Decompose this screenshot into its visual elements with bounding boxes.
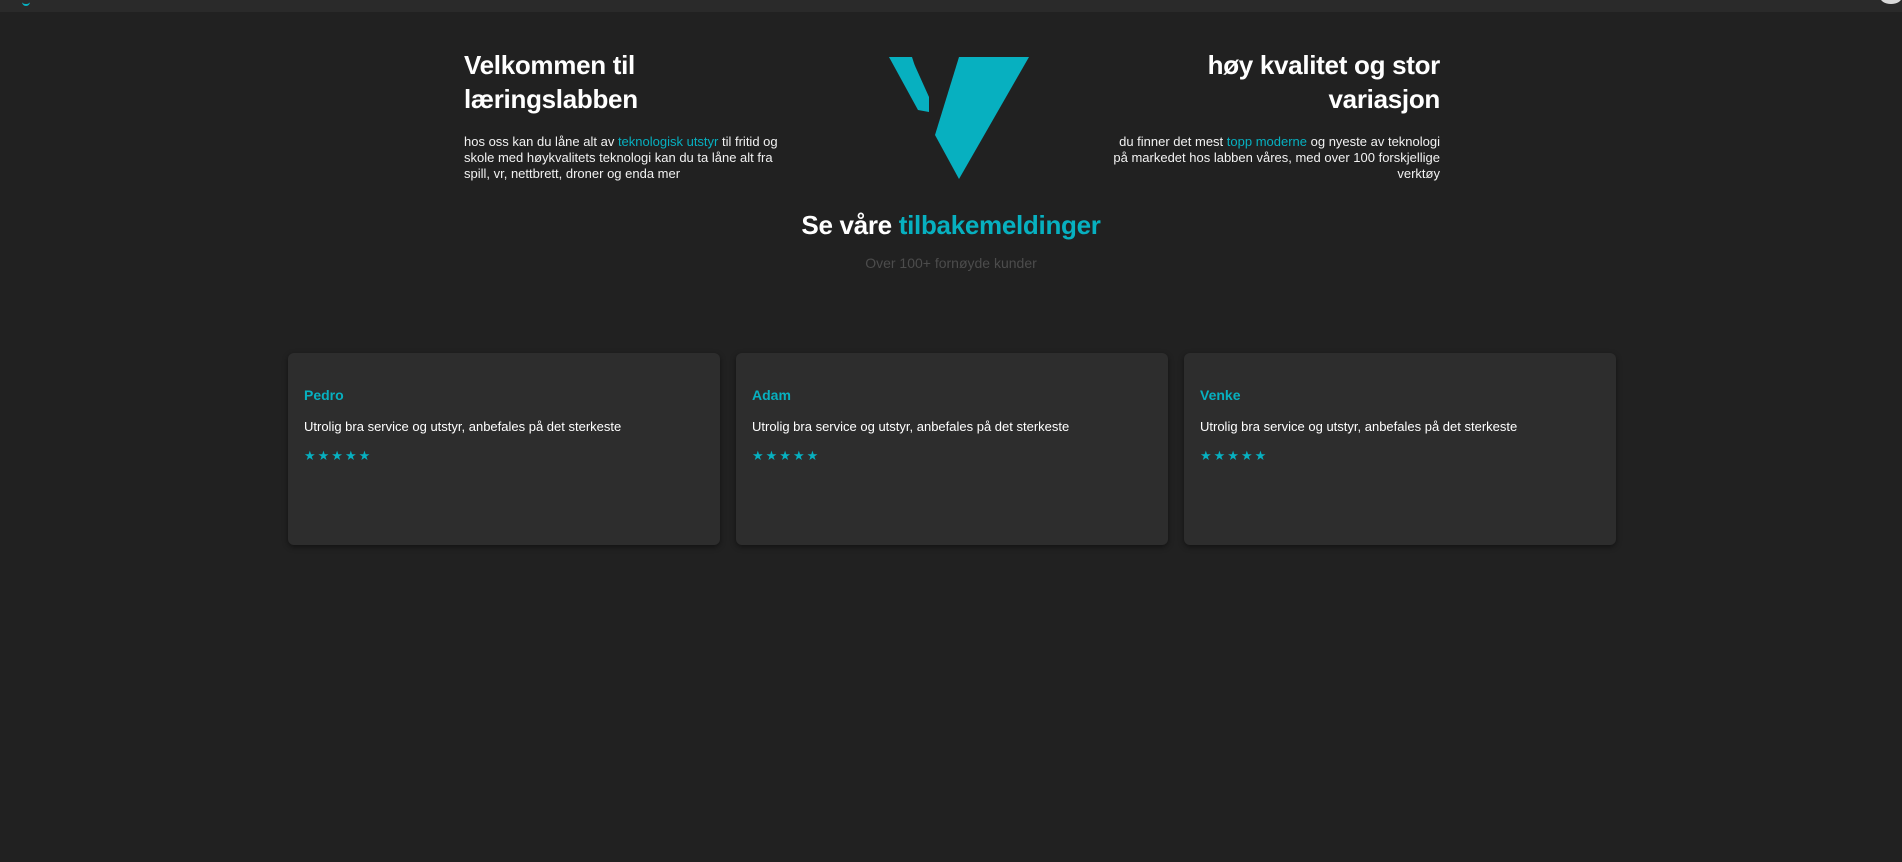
- hero-right-title: høy kvalitet og stor variasjon: [1207, 50, 1441, 114]
- small-logo-icon[interactable]: [22, 0, 30, 6]
- hero-right-section: høy kvalitet og stor variasjon du finner…: [1110, 48, 1440, 182]
- review-card: Pedro Utrolig bra service og utstyr, anb…: [288, 353, 720, 545]
- review-text: Utrolig bra service og utstyr, anbefales…: [304, 419, 622, 434]
- review-text: Utrolig bra service og utstyr, anbefales…: [1200, 419, 1518, 434]
- profile-circle-icon[interactable]: [1880, 0, 1902, 4]
- top-bar: [0, 0, 1902, 12]
- reviews-subtitle: Over 100+ fornøyde kunder: [865, 255, 1037, 271]
- hero-left-text-before: hos oss kan du låne alt av: [464, 134, 618, 149]
- review-card: Venke Utrolig bra service og utstyr, anb…: [1184, 353, 1616, 545]
- star-rating-icon: ★★★★★: [304, 448, 373, 463]
- reviewer-name: Pedro: [304, 387, 344, 403]
- v-logo-icon: [889, 57, 1029, 179]
- reviewer-name: Adam: [752, 387, 791, 403]
- review-text: Utrolig bra service og utstyr, anbefales…: [752, 419, 1070, 434]
- reviewer-name: Venke: [1200, 387, 1241, 403]
- hero-left-highlight: teknologisk utstyr: [617, 134, 719, 149]
- star-rating-icon: ★★★★★: [752, 448, 821, 463]
- review-card: Adam Utrolig bra service og utstyr, anbe…: [736, 353, 1168, 545]
- star-rating-icon: ★★★★★: [1200, 448, 1269, 463]
- hero-right-highlight: topp moderne: [1226, 134, 1308, 149]
- review-cards: Pedro Utrolig bra service og utstyr, anb…: [288, 353, 1616, 545]
- reviews-heading-plain: Se våre: [801, 210, 899, 240]
- hero-left-title: Velkommen til læringslabben: [464, 50, 638, 114]
- hero-left-text: hos oss kan du låne alt av teknologisk u…: [464, 134, 794, 182]
- hero-left-section: Velkommen til læringslabben hos oss kan …: [464, 48, 794, 182]
- reviews-heading-accent: tilbakemeldinger: [898, 210, 1101, 240]
- hero-right-text-before: du finner det mest: [1119, 134, 1227, 149]
- hero-right-text: du finner det mest topp moderne og nyest…: [1110, 134, 1440, 182]
- reviews-heading: Se våre tilbakemeldinger: [0, 210, 1902, 241]
